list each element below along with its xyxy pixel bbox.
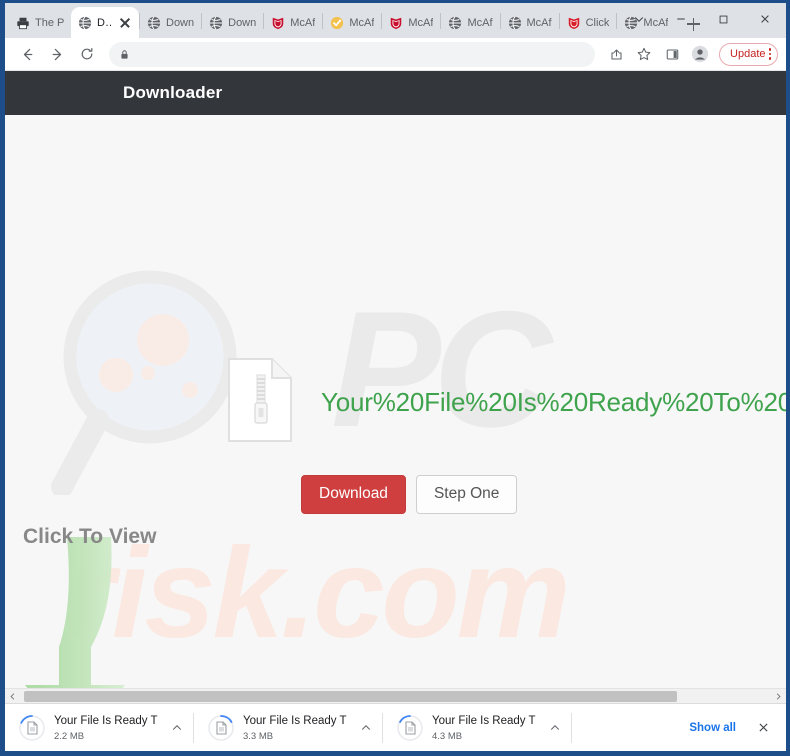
page-title: Downloader [123,83,223,102]
download-shelf: Your File Is Ready T….iso 2.2 MB Your Fi… [5,703,786,751]
download-text: Your File Is Ready T….iso 4.3 MB [432,711,536,744]
document-icon [397,714,423,741]
globe-icon [209,16,223,30]
green-down-arrow-icon [23,535,143,703]
tab-label: Down [228,16,257,29]
printer-icon [16,16,30,30]
tab-search-icon[interactable] [618,3,660,35]
download-item[interactable]: Your File Is Ready T….iso 3.3 MB [194,704,382,752]
watermark-pc: PC [331,277,552,461]
tab-label: McAf [526,16,552,29]
browser-toolbar: Update [5,38,786,71]
tab-label: McAf [349,16,375,29]
chevron-up-icon[interactable] [545,718,565,738]
tab-label: The P [35,16,64,29]
shelf-actions: Show all [679,716,786,740]
scrollbar-track[interactable] [20,689,771,704]
reload-button[interactable] [73,40,101,68]
address-bar[interactable] [109,41,596,67]
star-icon[interactable] [631,41,657,67]
action-button-row: Download Step One [301,475,518,514]
tab-mcafee-4[interactable]: McAf [441,7,499,38]
download-text: Your File Is Ready T….iso 2.2 MB [54,711,158,744]
gold-check-icon [330,16,344,30]
filename-text: Your%20File%20Is%20Ready%20To%20Dow [321,387,786,417]
download-name: Your File Is Ready T….iso [243,715,347,728]
tab-the-p[interactable]: The P [9,7,71,38]
chevron-up-icon[interactable] [167,718,187,738]
download-item[interactable]: Your File Is Ready T….iso 2.2 MB [5,704,193,752]
minimize-button[interactable] [660,3,702,35]
tab-mcafee-2[interactable]: McAf [323,7,381,38]
scroll-right-arrow[interactable] [771,689,786,704]
tab-label: McAf [467,16,493,29]
download-name: Your File Is Ready T….iso [54,715,158,728]
zip-file-icon [227,357,293,443]
site-header: Downloader [5,71,786,115]
scrollbar-thumb[interactable] [24,690,678,702]
download-size: 2.2 MB [54,730,85,742]
tab-label: Down [166,16,195,29]
tab-label: D… [97,16,113,29]
side-panel-icon[interactable] [659,41,685,67]
tab-down-2[interactable]: Down [202,7,263,38]
tab-mcafee-5[interactable]: McAf [501,7,559,38]
tab-click[interactable]: Click [560,7,617,38]
profile-avatar-icon[interactable] [687,41,713,67]
close-shelf-button[interactable] [752,717,774,739]
tab-label: McAf [408,16,434,29]
close-window-button[interactable] [744,3,786,35]
tab-label: McAf [290,16,316,29]
back-button[interactable] [13,40,41,68]
tab-close-icon[interactable] [118,16,132,30]
update-button[interactable]: Update [719,42,778,66]
update-label: Update [730,48,766,60]
forward-button[interactable] [43,40,71,68]
scroll-left-arrow[interactable] [5,689,20,704]
click-to-view-label: Click To View [23,525,157,548]
download-size: 3.3 MB [243,730,274,742]
globe-icon [78,16,92,30]
step-one-button[interactable]: Step One [415,475,518,514]
globe-icon [508,16,522,30]
page-canvas: PC risk.com Your%20File%20Is%20Ready%20T… [5,115,786,703]
document-icon [208,714,234,741]
download-name: Your File Is Ready T….iso [432,715,536,728]
globe-icon [448,16,462,30]
download-button[interactable]: Download [301,475,406,514]
tab-downloader-active[interactable]: D… [71,7,139,38]
chevron-up-icon[interactable] [356,718,376,738]
browser-window: The P D… Down [0,0,790,756]
horizontal-scrollbar[interactable] [5,688,786,703]
mcafee-shield-icon [389,16,403,30]
tab-label: Click [585,16,610,29]
tab-mcafee-3[interactable]: McAf [382,7,440,38]
mcafee-shield-icon [567,16,581,30]
chrome-menu-icon[interactable] [768,48,771,60]
show-all-downloads-link[interactable]: Show all [679,716,746,740]
download-text: Your File Is Ready T….iso 3.3 MB [243,711,347,744]
document-icon [19,714,45,741]
globe-icon [147,16,161,30]
tab-down-1[interactable]: Down [140,7,201,38]
page-viewport: Downloader PC risk.com Your%20File%20Is%… [5,71,786,703]
shelf-separator [571,712,572,743]
share-icon[interactable] [603,41,629,67]
maximize-button[interactable] [702,3,744,35]
window-controls [618,3,786,35]
tab-mcafee-1[interactable]: McAf [264,7,322,38]
download-item[interactable]: Your File Is Ready T….iso 4.3 MB [383,704,571,752]
tab-strip: The P D… Down [5,3,786,38]
mcafee-shield-icon [271,16,285,30]
download-size: 4.3 MB [432,730,463,742]
lock-icon [119,49,130,60]
